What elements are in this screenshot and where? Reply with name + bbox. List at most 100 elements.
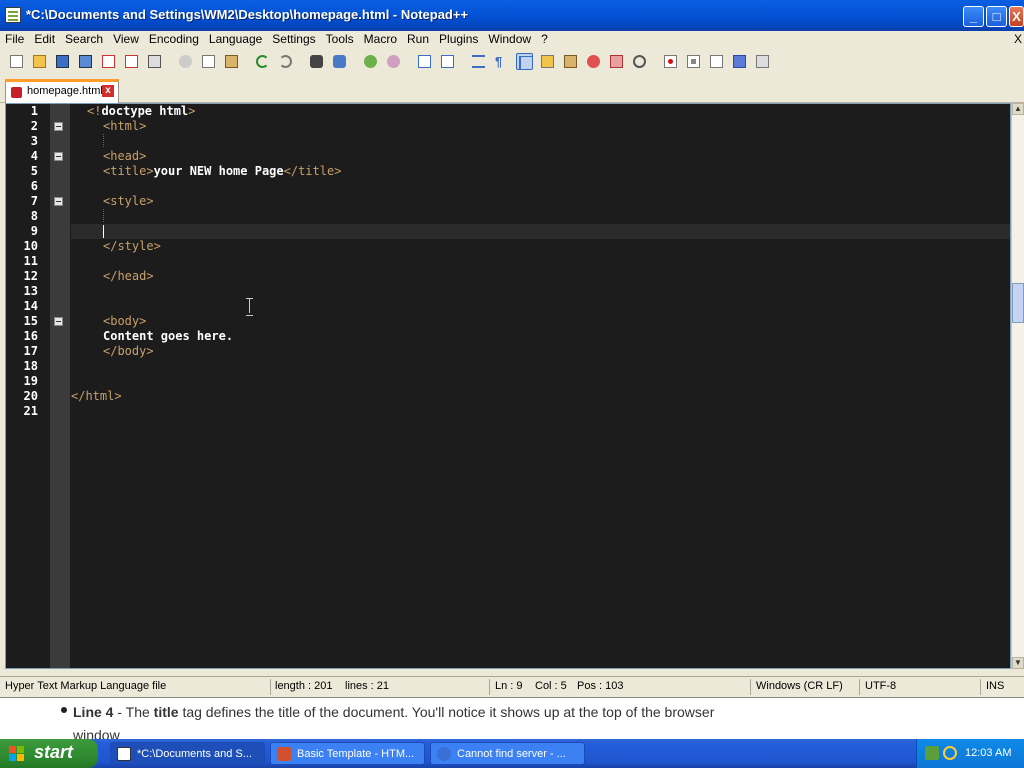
replace-icon[interactable] — [331, 53, 348, 70]
menu-help[interactable]: ? — [536, 31, 553, 48]
code-line[interactable]: 14 — [24, 299, 1010, 314]
find-icon[interactable] — [308, 53, 325, 70]
zoom-in-icon[interactable] — [362, 53, 379, 70]
tab-close-icon[interactable]: x — [102, 85, 114, 97]
tab-label: homepage.html — [27, 85, 103, 97]
copy-icon[interactable] — [200, 53, 217, 70]
tray-search-icon[interactable] — [943, 746, 957, 760]
menu-language[interactable]: Language — [204, 31, 267, 48]
fold-toggle-icon[interactable] — [54, 122, 63, 131]
indent-guide-icon[interactable] — [516, 53, 533, 70]
folder-workspace-icon[interactable] — [608, 53, 625, 70]
stop-macro-icon[interactable] — [685, 53, 702, 70]
close-all-icon[interactable] — [123, 53, 140, 70]
code-line[interactable]: 1 <!doctype html> — [31, 104, 1010, 119]
close-document-button[interactable]: X — [1014, 32, 1022, 46]
code-line[interactable]: 2 <html> — [31, 119, 1010, 134]
undo-icon[interactable] — [254, 53, 271, 70]
record-macro-icon[interactable] — [662, 53, 679, 70]
code-text: <head> — [103, 149, 147, 163]
fold-toggle-icon[interactable] — [54, 317, 63, 326]
scroll-up-arrow-icon[interactable]: ▲ — [1012, 103, 1024, 115]
code-line[interactable]: 17 </body> — [24, 344, 1010, 359]
save-macro-icon[interactable] — [754, 53, 771, 70]
menu-window[interactable]: Window — [483, 31, 536, 48]
taskbar-item-cannot-find-server[interactable]: Cannot find server - ... — [430, 742, 585, 765]
tray-network-icon[interactable] — [925, 746, 939, 760]
fold-margin[interactable] — [50, 104, 70, 668]
fold-toggle-icon[interactable] — [54, 152, 63, 161]
code-line[interactable]: 7 <style> — [31, 194, 1010, 209]
menu-file[interactable]: File — [0, 31, 29, 48]
maximize-button[interactable]: □ — [986, 6, 1007, 27]
menu-edit[interactable]: Edit — [29, 31, 60, 48]
code-line[interactable]: 20 </html> — [24, 389, 1010, 404]
firefox-icon — [277, 747, 291, 761]
line-number: 8 — [30, 209, 38, 223]
zoom-out-icon[interactable] — [385, 53, 402, 70]
paste-icon[interactable] — [223, 53, 240, 70]
code-line[interactable]: 21 — [24, 404, 1010, 419]
code-line[interactable]: 8 — [31, 209, 1010, 224]
taskbar-item-basic-template[interactable]: Basic Template - HTM... — [270, 742, 425, 765]
monitoring-icon[interactable] — [631, 53, 648, 70]
run-macro-multiple-icon[interactable] — [731, 53, 748, 70]
line-number: 14 — [23, 299, 38, 313]
menu-search[interactable]: Search — [60, 31, 108, 48]
code-line[interactable]: 12 </head> — [24, 269, 1010, 284]
code-line[interactable]: 4 <head> — [31, 149, 1010, 164]
sync-horizontal-icon[interactable] — [439, 53, 456, 70]
menu-plugins[interactable]: Plugins — [434, 31, 483, 48]
code-line[interactable]: 10 </style> — [24, 239, 1010, 254]
fold-toggle-icon[interactable] — [54, 197, 63, 206]
line-number: 10 — [23, 239, 38, 253]
code-line[interactable]: 13 — [24, 284, 1010, 299]
open-file-icon[interactable] — [31, 53, 48, 70]
word-wrap-icon[interactable] — [470, 53, 487, 70]
redo-icon[interactable] — [277, 53, 294, 70]
code-line[interactable]: 11 — [24, 254, 1010, 269]
text-caret — [103, 225, 104, 238]
vertical-scrollbar[interactable]: ▲ ▼ — [1011, 103, 1024, 669]
line-number: 3 — [30, 134, 38, 148]
function-list-icon[interactable] — [585, 53, 602, 70]
code-line[interactable]: 16 Content goes here. — [24, 329, 1010, 344]
bullet-icon — [61, 707, 67, 713]
play-macro-icon[interactable] — [708, 53, 725, 70]
menu-encoding[interactable]: Encoding — [144, 31, 204, 48]
user-language-icon[interactable] — [539, 53, 556, 70]
menu-view[interactable]: View — [108, 31, 144, 48]
close-file-icon[interactable] — [100, 53, 117, 70]
code-editor[interactable]: 1 <!doctype html> 2 <html> 3 4 <head> 5 <title>y… — [5, 103, 1011, 669]
new-file-icon[interactable] — [8, 53, 25, 70]
browser-content-strip: Line 4 - The title tag defines the title… — [0, 697, 1024, 743]
doc-map-icon[interactable] — [562, 53, 579, 70]
save-icon[interactable] — [54, 53, 71, 70]
save-all-icon[interactable] — [77, 53, 94, 70]
print-icon[interactable] — [146, 53, 163, 70]
code-line[interactable]: 3 — [31, 134, 1010, 149]
code-line[interactable]: 5 <title>your NEW home Page</title> — [31, 164, 1010, 179]
minimize-button[interactable]: _ — [963, 6, 984, 27]
code-line[interactable]: 9 — [31, 224, 1010, 239]
code-line[interactable]: 18 — [24, 359, 1010, 374]
menu-tools[interactable]: Tools — [321, 31, 359, 48]
menu-macro[interactable]: Macro — [359, 31, 402, 48]
menu-settings[interactable]: Settings — [267, 31, 320, 48]
tab-homepage[interactable]: homepage.html x — [5, 79, 119, 103]
scroll-thumb[interactable] — [1012, 283, 1024, 323]
show-all-characters-icon[interactable]: ¶ — [493, 53, 510, 70]
menu-run[interactable]: Run — [402, 31, 434, 48]
code-area[interactable]: 1 <!doctype html> 2 <html> 3 4 <head> 5 <title>y… — [24, 104, 1010, 668]
taskbar-item-notepad[interactable]: *C:\Documents and S... — [110, 742, 265, 765]
start-button[interactable]: start — [0, 739, 98, 768]
code-text: <body> — [103, 314, 147, 328]
code-line[interactable]: 15 <body> — [24, 314, 1010, 329]
sync-vertical-icon[interactable] — [416, 53, 433, 70]
code-text: <style> — [103, 194, 154, 208]
code-line[interactable]: 19 — [24, 374, 1010, 389]
scroll-down-arrow-icon[interactable]: ▼ — [1012, 657, 1024, 669]
close-button[interactable]: X — [1009, 6, 1024, 27]
cut-icon[interactable] — [177, 53, 194, 70]
code-line[interactable]: 6 — [31, 179, 1010, 194]
